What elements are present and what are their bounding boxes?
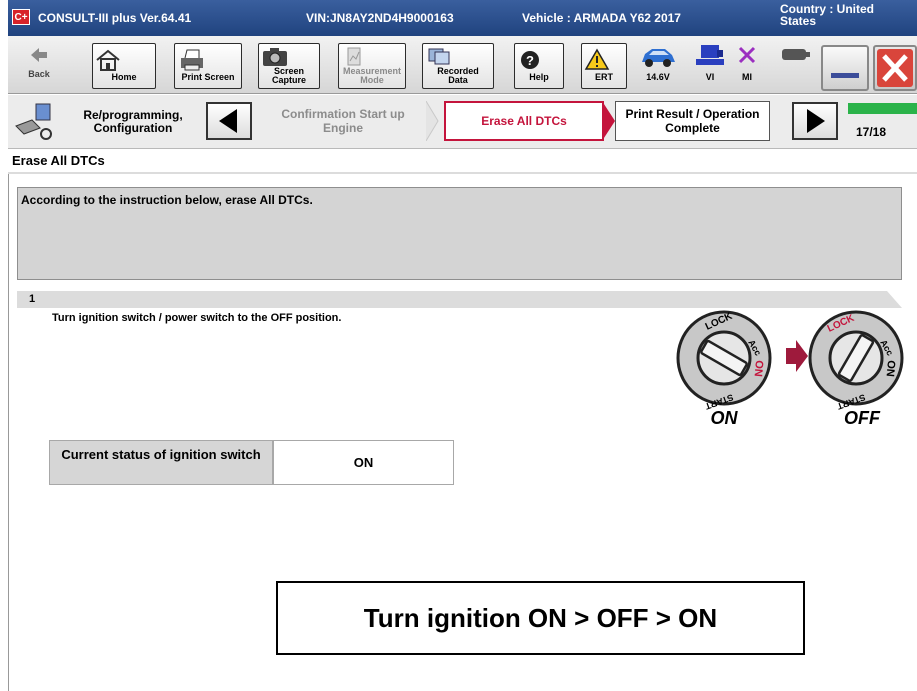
dial-off-on: ON [884,360,897,378]
ignition-status-value: ON [273,440,454,485]
step-bar: Re/programming, Configuration Confirmati… [8,95,917,149]
connector-icon [782,49,810,60]
help-icon: ? [521,51,539,69]
mi-status: MI [732,42,762,82]
instruction-callout: Turn ignition ON > OFF > ON [276,581,805,655]
step-confirmation-label: Confirmation Start up Engine [281,107,405,135]
help-label: Help [529,72,549,82]
vi-icon [696,45,724,65]
screen-capture-label: Screen Capture [271,66,306,85]
back-button[interactable]: Back [22,41,56,79]
mi-x-icon [738,46,756,64]
screen-capture-button[interactable]: Screen Capture [258,43,320,89]
step-confirmation: Confirmation Start up Engine [258,101,428,141]
previous-step-button[interactable] [206,102,252,140]
on-caption: ON [711,408,739,428]
car-icon [642,49,675,67]
help-button[interactable]: ? Help [514,43,564,89]
camera-icon [263,48,287,66]
left-border [8,174,9,691]
reprogramming-icon [15,103,52,140]
minimize-icon [831,73,859,78]
step-chevron-2 [602,101,615,141]
off-caption: OFF [844,408,881,428]
home-button[interactable]: Home [92,43,156,89]
title-divider [8,172,917,174]
close-button[interactable] [873,45,917,91]
step-number: 1 [29,293,36,305]
vi-label: VI [705,72,715,82]
ert-button[interactable]: ERT [581,43,627,89]
recorded-data-icon [428,48,450,65]
instruction-text: According to the instruction below, eras… [21,193,313,207]
step-count: 17/18 [856,125,887,139]
printer-icon [181,49,203,71]
vin-text: VIN:JN8AY2ND4H9000163 [306,11,454,25]
home-icon [96,49,120,71]
back-label: Back [28,69,50,79]
mi-label: MI [742,72,752,82]
step-erase-label: Erase All DTCs [481,114,567,128]
ert-label: ERT [595,72,613,82]
print-screen-label: Print Screen [181,72,235,82]
recorded-data-label: Recorded Data [437,66,479,85]
app-name: CONSULT-III plus Ver.64.41 [38,11,192,25]
home-label: Home [111,72,137,82]
step-print-result: Print Result / Operation Complete [615,101,770,141]
vehicle-text: Vehicle : ARMADA Y62 2017 [522,11,681,25]
measurement-mode-label: Measurement Mode [342,66,402,85]
ignition-dial-off: LOCK Acc ON START [808,310,904,412]
title-bar: C+ CONSULT-III plus Ver.64.41 VIN:JN8AY2… [8,0,917,36]
app-logo: C+ [12,9,30,25]
category-label: Re/programming, Configuration [83,108,183,135]
transition-arrow-icon [786,340,808,372]
ignition-dial-on: LOCK Acc ON START [676,310,772,412]
step-description: Turn ignition switch / power switch to t… [52,312,342,324]
voltage-label: 14.6V [646,72,670,82]
arrow-right-icon [807,109,825,133]
measurement-icon [347,47,361,66]
minimize-button[interactable] [821,45,869,91]
ignition-status-label: Current status of ignition switch [49,440,273,485]
warning-icon [584,48,610,70]
recorded-data-button[interactable]: Recorded Data [422,43,494,89]
back-arrow-icon [31,48,47,62]
country-text: Country : United States [780,2,874,28]
toolbar: Back Home Print Screen Screen Capture Me… [8,36,917,94]
vi-status: VI [692,42,728,82]
instruction-box: According to the instruction below, eras… [17,187,902,280]
close-icon [877,49,913,87]
step-print-result-label: Print Result / Operation Complete [625,107,760,135]
ignition-diagram: LOCK Acc ON START LOCK Acc ON START ON O… [676,310,904,428]
next-step-button[interactable] [792,102,838,140]
progress-bar [848,103,917,114]
dial-on-on: ON [752,360,765,378]
print-screen-button[interactable]: Print Screen [174,43,242,89]
arrow-left-icon [219,109,237,133]
connection-status [778,42,812,72]
measurement-mode-button[interactable]: Measurement Mode [338,43,406,89]
step-erase-all-dtcs: Erase All DTCs [444,101,604,141]
battery-voltage-status: 14.6V [638,42,678,82]
page-title: Erase All DTCs [12,153,105,168]
svg-text:?: ? [526,53,534,68]
